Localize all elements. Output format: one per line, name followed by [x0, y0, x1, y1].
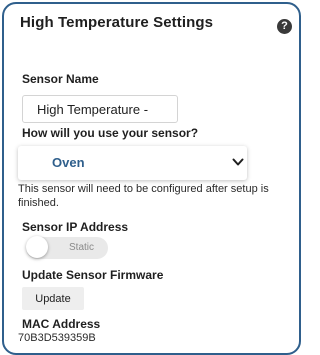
firmware-label: Update Sensor Firmware — [22, 268, 164, 282]
sensor-name-input[interactable] — [22, 95, 178, 123]
toggle-knob — [26, 236, 48, 258]
mac-address-label: MAC Address — [22, 317, 101, 331]
mac-address-value: 70B3D539359B — [18, 332, 96, 344]
settings-panel: High Temperature Settings ? Sensor Name … — [2, 2, 301, 355]
chevron-down-icon — [232, 158, 244, 166]
static-ip-toggle[interactable]: Static — [26, 236, 108, 259]
sensor-name-label: Sensor Name — [22, 72, 99, 86]
configuration-note: This sensor will need to be configured a… — [18, 183, 269, 209]
usage-label: How will you use your sensor? — [22, 126, 199, 140]
help-question-icon[interactable]: ? — [277, 19, 292, 34]
sensor-ip-label: Sensor IP Address — [22, 220, 129, 234]
toggle-label: Static — [69, 242, 95, 253]
panel-title: High Temperature Settings — [20, 14, 214, 31]
usage-selected-value: Oven — [52, 155, 85, 170]
usage-select[interactable]: Oven — [18, 146, 247, 180]
update-firmware-button[interactable]: Update — [22, 287, 84, 310]
